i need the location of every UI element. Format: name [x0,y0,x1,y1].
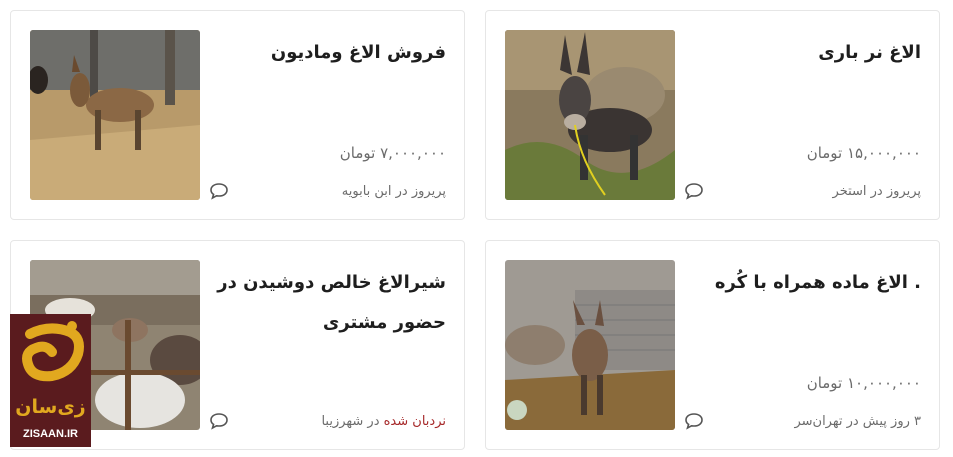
listing-meta: ۳ روز پیش در تهران‌سر [794,414,921,429]
listing-time-location: پریروز در ابن بابویه [341,184,446,199]
listing-card[interactable]: فروش الاغ ومادیون ۷,۰۰۰,۰۰۰ تومان پریروز… [10,10,465,220]
listing-image[interactable] [505,30,675,200]
chat-icon[interactable] [209,182,229,200]
chat-icon[interactable] [209,412,229,430]
listing-meta: نردبان شده در شهرزیبا [321,414,446,429]
listing-meta: پریروز در استخر [833,184,921,199]
brand-name-en: ZISAAN.IR [23,428,78,440]
listing-price: ۱۵,۰۰۰,۰۰۰ تومان [806,144,921,162]
listing-title[interactable]: فروش الاغ ومادیون [206,33,446,73]
listing-image[interactable] [30,30,200,200]
listing-time-location: ۳ روز پیش در تهران‌سر [794,414,921,429]
ladder-badge: نردبان شده [383,414,446,429]
listing-card[interactable]: الاغ نر باری ۱۵,۰۰۰,۰۰۰ تومان پریروز در … [485,10,940,220]
listing-title[interactable]: شیرالاغ خالص دوشیدن در حضور مشتری [206,263,446,343]
listing-time-location: پریروز در استخر [832,184,921,199]
listing-image[interactable] [505,260,675,430]
brand-name-fa: زی‌سان [15,396,86,418]
chat-icon[interactable] [684,182,704,200]
chat-icon[interactable] [684,412,704,430]
listing-card[interactable]: . الاغ ماده همراه با کُره ۱۰,۰۰۰,۰۰۰ توم… [485,240,940,450]
listing-title[interactable]: . الاغ ماده همراه با کُره [681,263,921,303]
listing-price: ۱۰,۰۰۰,۰۰۰ تومان [806,374,921,392]
watermark-logo: زی‌سان ZISAAN.IR [10,314,91,447]
logo-mark [22,321,84,382]
listing-price: ۷,۰۰۰,۰۰۰ تومان [339,144,446,162]
listing-time-location: در شهرزیبا [321,414,384,429]
listing-meta: پریروز در ابن بابویه [342,184,446,199]
listing-title[interactable]: الاغ نر باری [681,33,921,73]
